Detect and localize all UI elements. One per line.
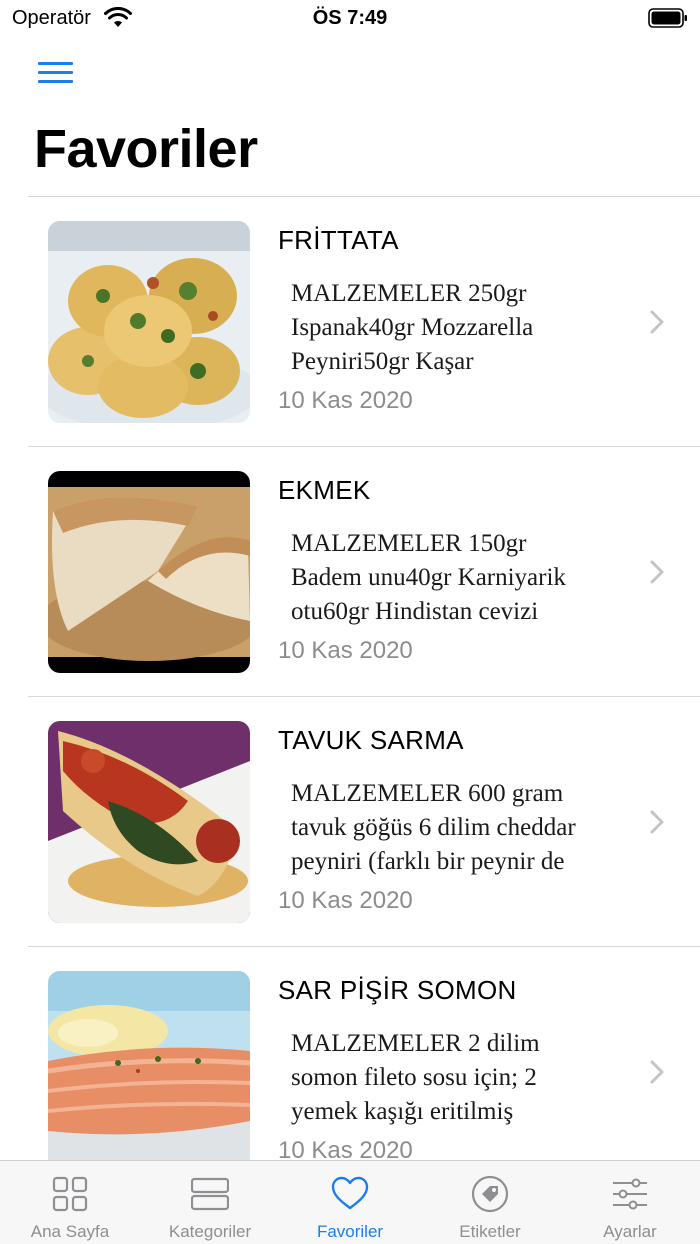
tab-ayarlar[interactable]: Ayarlar xyxy=(560,1161,700,1244)
menu-bar-line xyxy=(38,80,73,83)
recipe-image xyxy=(48,971,250,1160)
tag-icon xyxy=(471,1175,509,1213)
tab-bar: Ana Sayfa Kategoriler Favoriler Etiketle… xyxy=(0,1160,700,1244)
recipe-description: MALZEMELER 600 gram tavuk göğüs 6 dilim … xyxy=(291,777,621,879)
chevron-right-icon xyxy=(650,310,664,334)
recipe-description: MALZEMELER 250gr Ispanak40gr Mozzarella … xyxy=(291,277,621,379)
recipe-date: 10 Kas 2020 xyxy=(278,887,413,914)
description-line: otu60gr Hindistan cevizi xyxy=(291,598,539,625)
recipe-image xyxy=(48,471,250,673)
description-line: MALZEMELER 150gr xyxy=(291,530,527,557)
tab-label: Ana Sayfa xyxy=(30,1222,110,1241)
status-time: ÖS 7:49 xyxy=(312,7,388,29)
recipe-image xyxy=(48,221,250,423)
description-line: MALZEMELER 2 dilim xyxy=(291,1030,540,1057)
description-line: Badem unu40gr Karniyarik xyxy=(291,564,566,591)
recipe-date: 10 Kas 2020 xyxy=(278,387,413,414)
recipe-description: MALZEMELER 150gr Badem unu40gr Karniyari… xyxy=(291,527,621,629)
tab-favoriler[interactable]: Favoriler xyxy=(280,1161,420,1244)
recipe-date: 10 Kas 2020 xyxy=(278,1137,413,1160)
heart-icon xyxy=(331,1176,369,1210)
page-title: Favoriler xyxy=(34,119,258,179)
sliders-icon xyxy=(613,1178,647,1210)
grid-icon xyxy=(52,1176,88,1212)
description-line: MALZEMELER 600 gram xyxy=(291,780,564,807)
tab-label: Kategoriler xyxy=(168,1222,252,1241)
salmon-photo xyxy=(48,971,250,1160)
status-bar: Operatör ÖS 7:49 xyxy=(0,0,700,40)
list-item[interactable]: EKMEK MALZEMELER 150gr Badem unu40gr Kar… xyxy=(28,447,700,697)
description-line: Ispanak40gr Mozzarella xyxy=(291,314,534,341)
recipe-description: MALZEMELER 2 dilim somon fileto sosu içi… xyxy=(291,1027,621,1129)
chevron-right-icon xyxy=(650,560,664,584)
list-item[interactable]: TAVUK SARMA MALZEMELER 600 gram tavuk gö… xyxy=(28,697,700,947)
list-item[interactable]: SAR PİŞİR SOMON MALZEMELER 2 dilim somon… xyxy=(28,947,700,1160)
tab-ana-sayfa[interactable]: Ana Sayfa xyxy=(0,1161,140,1244)
recipe-title: TAVUK SARMA xyxy=(278,725,464,755)
description-line: yemek kaşığı eritilmiş xyxy=(291,1098,514,1125)
description-line: tavuk göğüs 6 dilim cheddar xyxy=(291,814,576,841)
description-line: somon fileto sosu için; 2 xyxy=(291,1064,537,1091)
recipe-date: 10 Kas 2020 xyxy=(278,637,413,664)
chicken-roll-photo xyxy=(48,721,250,923)
description-line: MALZEMELER 250gr xyxy=(291,280,527,307)
description-line: Peyniri50gr Kaşar xyxy=(291,348,474,375)
menu-bar-line xyxy=(38,71,73,74)
recipe-title: EKMEK xyxy=(278,475,371,505)
menu-button[interactable] xyxy=(36,60,76,86)
tab-etiketler[interactable]: Etiketler xyxy=(420,1161,560,1244)
frittata-photo xyxy=(48,221,250,423)
description-line: peyniri (farklı bir peynir de xyxy=(291,848,565,875)
favorites-list[interactable]: FRİTTATA MALZEMELER 250gr Ispanak40gr Mo… xyxy=(28,196,700,1160)
tab-label: Ayarlar xyxy=(603,1222,657,1241)
chevron-right-icon xyxy=(650,810,664,834)
recipe-image xyxy=(48,721,250,923)
tab-label: Etiketler xyxy=(459,1222,521,1241)
list-item[interactable]: FRİTTATA MALZEMELER 250gr Ispanak40gr Mo… xyxy=(28,197,700,447)
recipe-title: FRİTTATA xyxy=(278,225,399,255)
chevron-right-icon xyxy=(650,1060,664,1084)
menu-bar-line xyxy=(38,62,73,65)
tab-label: Favoriler xyxy=(316,1222,384,1241)
categories-icon xyxy=(191,1177,229,1211)
recipe-title: SAR PİŞİR SOMON xyxy=(278,975,517,1005)
battery-icon xyxy=(648,8,687,28)
bread-photo xyxy=(48,471,250,673)
tab-kategoriler[interactable]: Kategoriler xyxy=(140,1161,280,1244)
